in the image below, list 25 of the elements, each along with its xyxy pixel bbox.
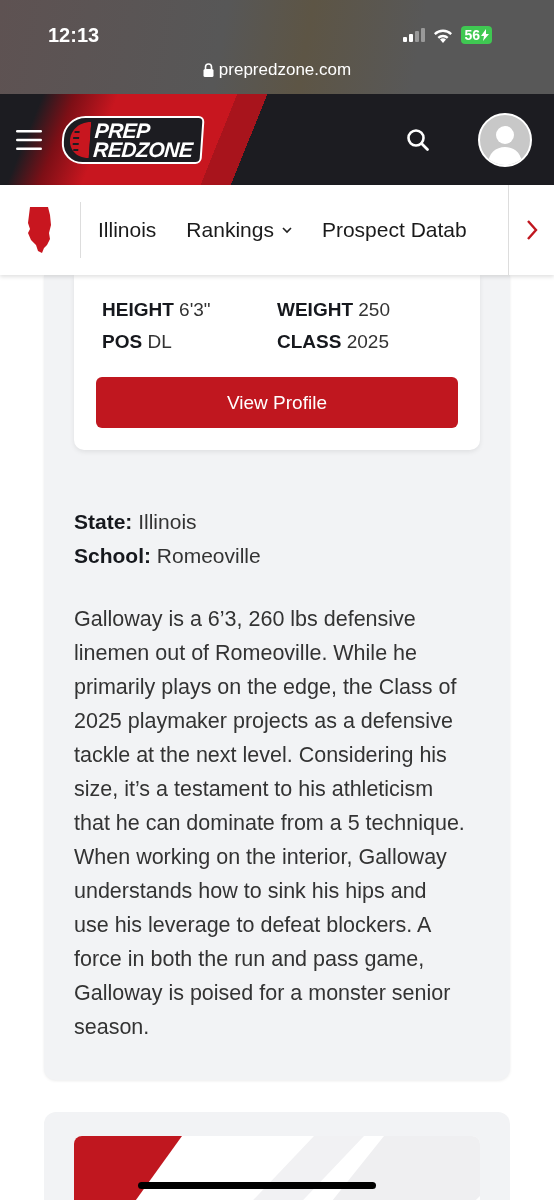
clock: 12:13 <box>48 23 100 47</box>
bolt-icon <box>481 29 489 41</box>
player-stat: POS DL <box>102 331 173 353</box>
nav-link[interactable]: Rankings <box>186 218 292 242</box>
search-icon[interactable] <box>406 127 430 152</box>
view-profile-button[interactable]: View Profile <box>96 377 458 428</box>
battery-level: 56 <box>461 26 492 44</box>
player-stat: HEIGHT 6'3" <box>102 299 212 321</box>
player-stat: WEIGHT 250 <box>277 299 391 321</box>
detail-line: State: Illinois <box>74 510 198 534</box>
url-address[interactable]: prepredzone.com <box>218 60 352 80</box>
signal-icon <box>403 28 426 42</box>
wifi-icon <box>433 27 454 43</box>
detail-line: School: Romeoville <box>74 544 262 568</box>
lock-icon <box>202 63 214 77</box>
nav-link[interactable]: Prospect Datab <box>321 218 467 242</box>
bio-paragraph: Galloway is a 6’3, 260 lbs defensive linemen out of Romeoville. While he primarily plays on the edge, the Class of 2025 playmaker projects as a defensive tackle at the next level. Considering his size, it’s a testament to his athleticism that he can dominate from a 5 technique. When working on the interior, Galloway understands how to sink his hips and use his leverage to defeat blockers. A force in both the run and pass game, Galloway is poised for a monster senior season. <box>74 606 466 1041</box>
state-map-icon[interactable] <box>27 206 53 254</box>
site-logo[interactable]: PREP REDZONE <box>60 115 205 164</box>
player-stat: CLASS 2025 <box>277 331 390 353</box>
chevron-down-icon <box>281 226 292 234</box>
user-avatar[interactable] <box>478 112 532 167</box>
menu-icon[interactable] <box>16 129 42 150</box>
nav-link[interactable]: Illinois <box>98 218 157 242</box>
chevron-right-icon <box>525 219 538 241</box>
